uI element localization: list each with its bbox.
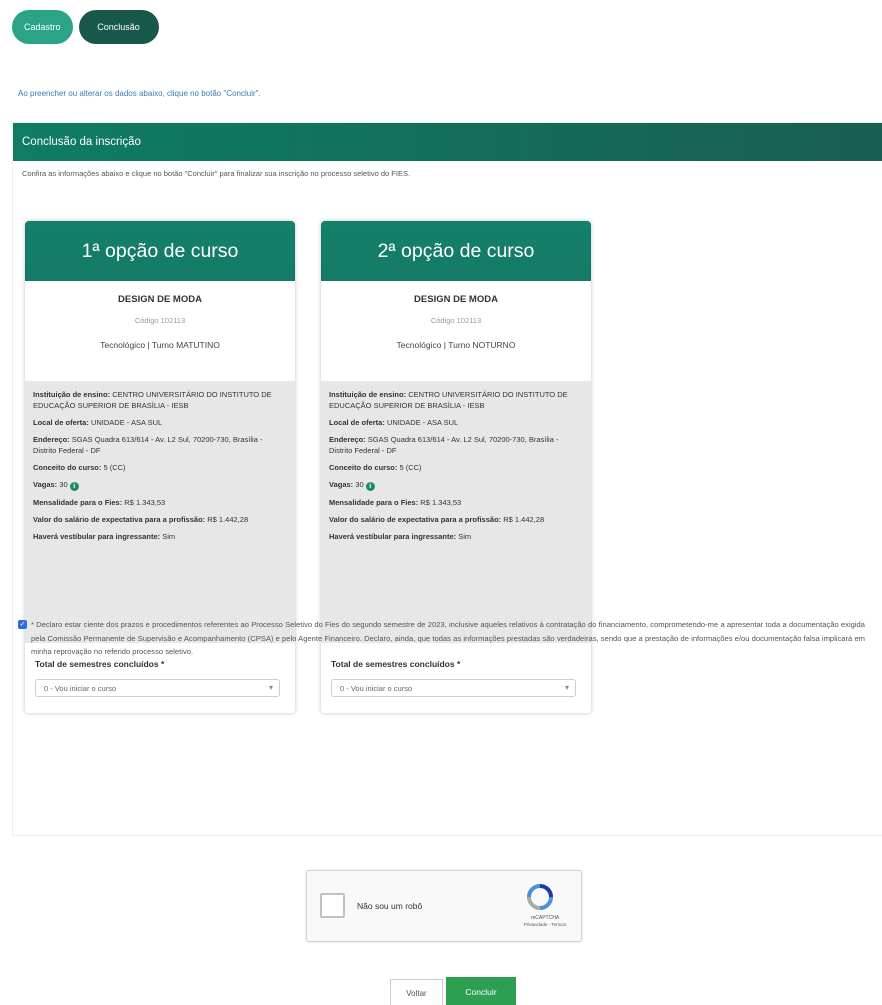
concept-label: Conceito do curso: [329,463,398,472]
address-row: Endereço: SGAS Quadra 613/614 - Av. L2 S… [329,434,583,456]
instruction-notice: Ao preencher ou alterar os dados abaixo,… [18,89,261,98]
recaptcha-checkbox[interactable] [320,893,345,918]
salary-row: Valor do salário de expectativa para a p… [33,514,287,525]
course-option-header: 2ª opção de curso [321,221,591,281]
course-code: Código 102113 [134,316,186,325]
tuition-label: Mensalidade para o Fies: [33,498,123,507]
exam-label: Haverá vestibular para ingressante: [329,532,457,541]
salary-label: Valor do salário de expectativa para a p… [329,515,502,524]
chevron-down-icon: ▾ [268,683,273,692]
vacancies-value: 30 [59,480,68,489]
course-type-shift: Tecnológico | Turno MATUTINO [100,340,220,350]
semesters-label: Total de semestres concluídos * [35,659,165,669]
recaptcha-brand: reCAPTCHA [530,915,560,921]
salary-value: R$ 1.442,28 [503,515,545,524]
exam-label: Haverá vestibular para ingressante: [33,532,161,541]
location-value: UNIDADE - ASA SUL [386,418,459,427]
panel-title: Conclusão da inscrição [13,123,882,161]
salary-label: Valor do salário de expectativa para a p… [33,515,206,524]
step-navigation: Cadastro Conclusão [12,10,159,44]
concept-value: 5 (CC) [399,463,422,472]
salary-value: R$ 1.442,28 [207,515,249,524]
vacancies-row: Vagas: 30 i [329,479,583,491]
conclusion-panel: Conclusão da inscrição Confira as inform… [12,122,882,836]
back-button[interactable]: Voltar [390,979,443,1005]
concept-value: 5 (CC) [103,463,126,472]
exam-value: Sim [162,532,176,541]
semesters-selected-value: 0 - Vou iniciar o curso [44,683,117,693]
vacancies-label: Vagas: [33,480,58,489]
info-icon[interactable]: i [69,482,79,491]
location-row: Local de oferta: UNIDADE - ASA SUL [33,417,287,428]
declaration-text: * Declaro estar ciente dos prazos e proc… [31,620,865,656]
address-label: Endereço: [329,435,366,444]
course-name: DESIGN DE MODA [118,294,202,305]
institution-label: Instituição de ensino: [33,390,111,399]
vacancies-label: Vagas: [329,480,354,489]
institution-label: Instituição de ensino: [329,390,407,399]
tuition-value: R$ 1.343,53 [420,498,462,507]
location-label: Local de oferta: [329,418,385,427]
concept-label: Conceito do curso: [33,463,102,472]
salary-row: Valor do salário de expectativa para a p… [329,514,583,525]
step-cadastro-button[interactable]: Cadastro [12,10,73,44]
concept-row: Conceito do curso: 5 (CC) [329,462,583,473]
exam-value: Sim [458,532,472,541]
conclude-button[interactable]: Concluir [446,977,516,1005]
exam-row: Haverá vestibular para ingressante: Sim [329,531,583,542]
address-label: Endereço: [33,435,70,444]
location-row: Local de oferta: UNIDADE - ASA SUL [329,417,583,428]
tuition-label: Mensalidade para o Fies: [329,498,419,507]
course-option-header: 1ª opção de curso [25,221,295,281]
address-row: Endereço: SGAS Quadra 613/614 - Av. L2 S… [33,434,287,456]
panel-intro-text: Confira as informações abaixo e clique n… [22,169,411,178]
semesters-select[interactable]: 0 - Vou iniciar o curso ▾ [331,679,576,697]
info-icon[interactable]: i [365,482,375,491]
vacancies-row: Vagas: 30 i [33,479,287,491]
course-name: DESIGN DE MODA [414,294,498,305]
step-conclusao-button[interactable]: Conclusão [78,10,159,44]
declaration-checkbox[interactable]: ✓ [18,620,27,629]
location-value: UNIDADE - ASA SUL [90,418,163,427]
recaptcha-privacy-terms-link[interactable]: Privacidade - Termos [512,922,578,927]
tuition-value: R$ 1.343,53 [124,498,166,507]
course-code: Código 102113 [430,316,482,325]
exam-row: Haverá vestibular para ingressante: Sim [33,531,287,542]
semesters-select[interactable]: 0 - Vou iniciar o curso ▾ [35,679,280,697]
location-label: Local de oferta: [33,418,89,427]
institution-row: Instituição de ensino: CENTRO UNIVERSITÁ… [33,389,287,411]
recaptcha-widget: Não sou um robô reCAPTCHA Privacidade - … [306,870,582,942]
semesters-selected-value: 0 - Vou iniciar o curso [340,683,413,693]
institution-row: Instituição de ensino: CENTRO UNIVERSITÁ… [329,389,583,411]
course-type-shift: Tecnológico | Turno NOTURNO [396,340,516,350]
tuition-row: Mensalidade para o Fies: R$ 1.343,53 [329,497,583,508]
recaptcha-label: Não sou um robô [357,901,423,911]
vacancies-value: 30 [355,480,364,489]
chevron-down-icon: ▾ [564,683,569,692]
course-details: Instituição de ensino: CENTRO UNIVERSITÁ… [321,381,591,643]
semesters-label: Total de semestres concluídos * [331,659,461,669]
concept-row: Conceito do curso: 5 (CC) [33,462,287,473]
recaptcha-logo-icon [527,884,553,910]
course-details: Instituição de ensino: CENTRO UNIVERSITÁ… [25,381,295,643]
tuition-row: Mensalidade para o Fies: R$ 1.343,53 [33,497,287,508]
